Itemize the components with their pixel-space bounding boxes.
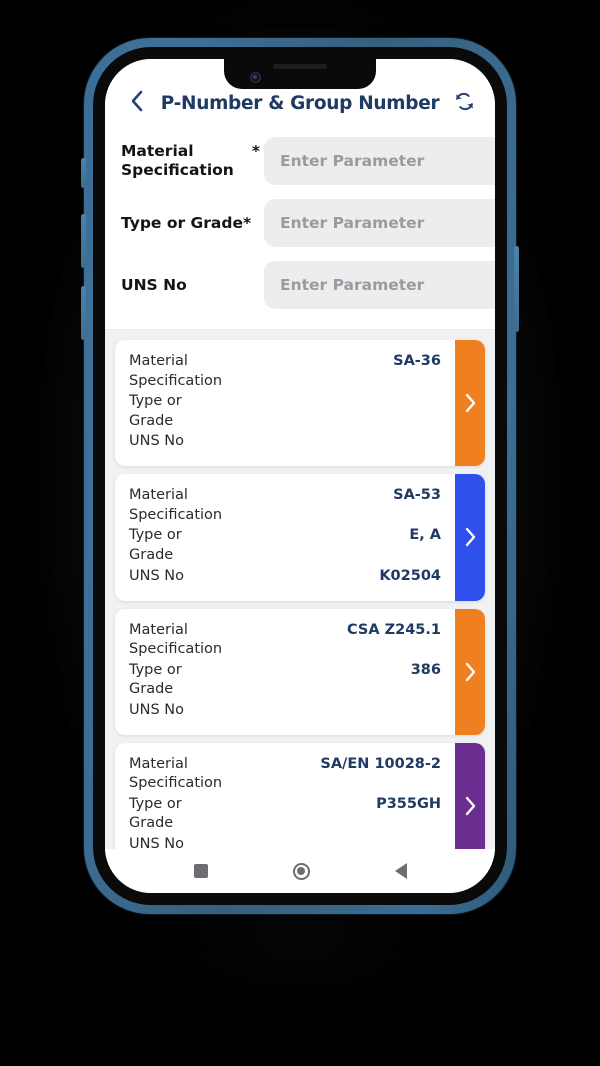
label-material-specification-line2: Specification: [121, 161, 234, 179]
result-key-type-or-grade: Type or Grade: [129, 795, 237, 834]
label-uns-no: UNS No: [121, 275, 187, 294]
result-row-type-or-grade: Type or Grade E, A: [129, 526, 441, 565]
result-card[interactable]: Material Specification SA-53 Type or Gra…: [115, 474, 485, 601]
label-material-specification-line1: Material: [121, 142, 194, 161]
result-key-line2: Specification: [129, 775, 223, 792]
result-key-line1: Type or: [129, 527, 182, 544]
result-key-line1: Material: [129, 621, 188, 638]
result-value-type-or-grade: E, A: [409, 527, 441, 544]
home-button[interactable]: [292, 862, 310, 880]
result-key-type-or-grade: Type or Grade: [129, 392, 237, 431]
chevron-right-icon: [464, 527, 476, 547]
power-button[interactable]: [514, 246, 519, 332]
chevron-right-icon: [464, 662, 476, 682]
result-row-uns-no: UNS No: [129, 432, 441, 454]
result-key-line2: Specification: [129, 641, 223, 658]
result-card-body: Material Specification SA-53 Type or Gra…: [115, 474, 455, 600]
android-navigation-bar: [105, 849, 495, 893]
form-row-type-or-grade: Type or Grade*: [121, 197, 495, 249]
mute-switch-button[interactable]: [81, 158, 86, 188]
result-row-uns-no: UNS No K02504: [129, 567, 441, 589]
result-row-uns-no: UNS No: [129, 835, 441, 850]
result-card-open-button[interactable]: [455, 608, 485, 735]
result-card[interactable]: Material Specification SA/EN 10028-2 Typ…: [115, 742, 485, 850]
result-value-uns-no: K02504: [379, 567, 441, 584]
material-specification-input[interactable]: [264, 137, 495, 185]
search-form: Material * Specification Type or Grade* …: [105, 125, 495, 330]
result-key-line1: Material: [129, 353, 188, 369]
result-row-material-specification: Material Specification SA/EN 10028-2: [129, 755, 441, 794]
result-card-body: Material Specification CSA Z245.1 Type o…: [115, 609, 455, 735]
result-value-material-specification: SA/EN 10028-2: [320, 755, 441, 772]
phone-notch: [224, 59, 376, 89]
result-key-line2: Specification: [129, 506, 223, 523]
earpiece-speaker: [273, 64, 327, 69]
result-key-uns-no: UNS No: [129, 433, 184, 450]
front-camera-icon: [250, 72, 261, 83]
result-card-open-button[interactable]: [455, 742, 485, 850]
label-material-specification: Material * Specification: [121, 142, 264, 180]
result-value-material-specification: SA-53: [393, 487, 441, 504]
result-key-material-specification: Material Specification: [129, 755, 237, 794]
volume-down-button[interactable]: [81, 286, 86, 340]
chevron-right-icon: [464, 796, 476, 816]
refresh-button[interactable]: [451, 90, 477, 116]
result-key-material-specification: Material Specification: [129, 621, 237, 660]
result-row-type-or-grade: Type or Grade P355GH: [129, 795, 441, 834]
result-row-type-or-grade: Type or Grade: [129, 392, 441, 431]
form-row-material-specification: Material * Specification: [121, 135, 495, 187]
result-value-type-or-grade: 386: [410, 661, 441, 678]
result-key-line1: Type or: [129, 661, 182, 678]
recent-apps-button[interactable]: [193, 864, 208, 878]
result-key-line1: Type or: [129, 393, 182, 410]
chevron-left-icon: [129, 89, 144, 117]
phone-screen: P-Number & Group Number Material * Speci…: [105, 59, 495, 893]
results-list[interactable]: Material Specification SA-36 Type or Gra…: [105, 330, 495, 850]
result-key-type-or-grade: Type or Grade: [129, 661, 237, 700]
result-card-body: Material Specification SA/EN 10028-2 Typ…: [115, 743, 455, 850]
system-back-button[interactable]: [394, 863, 407, 879]
phone-mockup: P-Number & Group Number Material * Speci…: [81, 38, 519, 914]
form-row-uns-no: UNS No: [121, 259, 495, 311]
chevron-right-icon: [464, 393, 476, 413]
result-key-line2: Grade: [129, 412, 174, 429]
result-key-uns-no: UNS No: [129, 701, 184, 718]
result-card[interactable]: Material Specification CSA Z245.1 Type o…: [115, 608, 485, 735]
result-card-body: Material Specification SA-36 Type or Gra…: [115, 340, 455, 466]
result-card-open-button[interactable]: [455, 474, 485, 601]
volume-up-button[interactable]: [81, 214, 86, 268]
result-key-material-specification: Material Specification: [129, 486, 237, 525]
result-key-uns-no: UNS No: [129, 836, 184, 850]
result-key-line2: Grade: [129, 681, 174, 698]
result-key-line1: Material: [129, 487, 188, 504]
back-button[interactable]: [123, 90, 149, 116]
result-card-open-button[interactable]: [455, 340, 485, 467]
page-title: P-Number & Group Number: [160, 92, 440, 114]
result-card[interactable]: Material Specification SA-36 Type or Gra…: [115, 340, 485, 467]
result-key-line2: Grade: [129, 815, 174, 832]
type-or-grade-input[interactable]: [264, 199, 495, 247]
result-row-material-specification: Material Specification CSA Z245.1: [129, 621, 441, 660]
result-row-material-specification: Material Specification SA-53: [129, 486, 441, 525]
result-key-line1: Type or: [129, 795, 182, 812]
refresh-sync-icon: [453, 90, 476, 117]
uns-no-input[interactable]: [264, 261, 495, 309]
result-key-uns-no: UNS No: [129, 567, 184, 584]
result-row-type-or-grade: Type or Grade 386: [129, 661, 441, 700]
required-asterisk: *: [251, 142, 260, 161]
result-value-type-or-grade: P355GH: [376, 795, 441, 812]
result-value-material-specification: CSA Z245.1: [346, 621, 441, 638]
label-type-or-grade: Type or Grade*: [121, 213, 252, 232]
result-key-material-specification: Material Specification: [129, 352, 237, 391]
result-row-material-specification: Material Specification SA-36: [129, 352, 441, 391]
result-key-line1: Material: [129, 755, 188, 772]
result-value-material-specification: SA-36: [393, 353, 441, 369]
result-key-type-or-grade: Type or Grade: [129, 526, 237, 565]
result-key-line2: Specification: [129, 372, 223, 389]
result-key-line2: Grade: [129, 546, 174, 563]
result-row-uns-no: UNS No: [129, 701, 441, 723]
